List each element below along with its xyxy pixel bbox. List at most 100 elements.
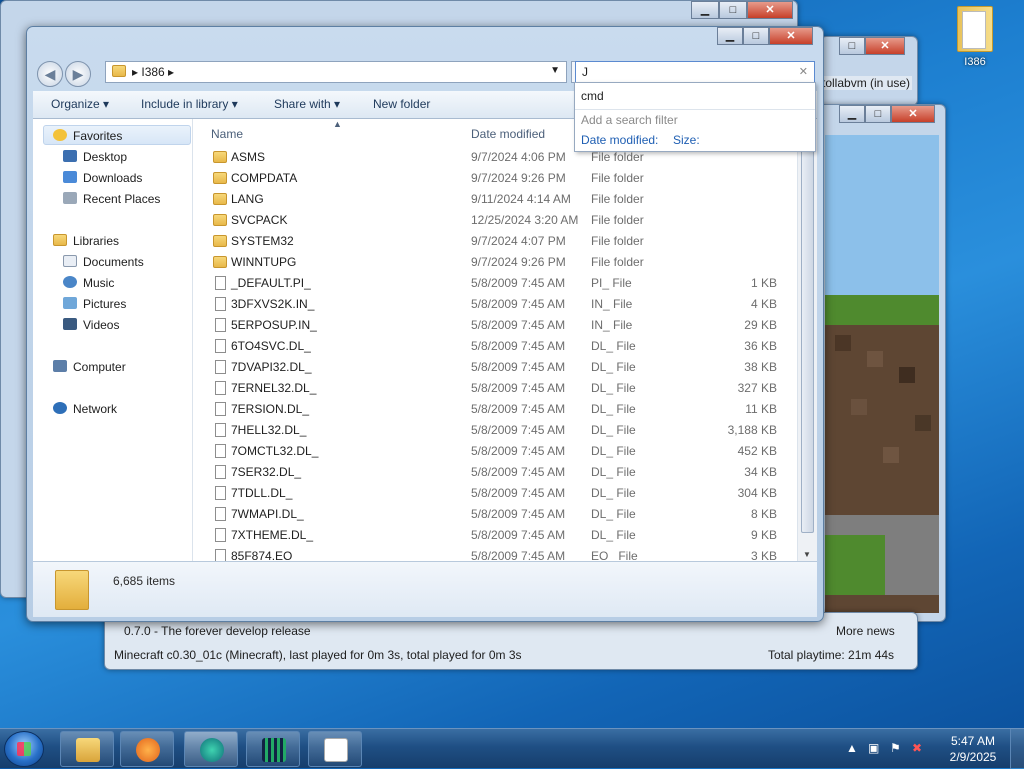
- nav-videos[interactable]: Videos: [63, 318, 119, 332]
- table-row[interactable]: SYSTEM32 9/7/2024 4:07 PM File folder: [193, 231, 797, 252]
- taskbar-java[interactable]: [308, 731, 362, 767]
- file-list[interactable]: Name ▲ Date modified ASMS 9/7/2024 4:06 P…: [193, 119, 797, 561]
- vertical-scrollbar[interactable]: ▲ ▼: [797, 119, 817, 561]
- news-link[interactable]: 0.7.0 - The forever develop release: [124, 624, 311, 638]
- file-type: DL_ File: [591, 381, 636, 395]
- app-icon: [200, 738, 224, 762]
- folder-icon: [112, 65, 126, 77]
- taskbar-explorer[interactable]: [60, 731, 114, 767]
- table-row[interactable]: 7XTHEME.DL_ 5/8/2009 7:45 AM DL_ File 9 KB: [193, 525, 797, 546]
- file-type: DL_ File: [591, 360, 636, 374]
- file-name: 7HELL32.DL_: [231, 423, 307, 437]
- close-button[interactable]: ✕: [865, 37, 905, 55]
- nav-downloads[interactable]: Downloads: [63, 171, 142, 185]
- nav-music[interactable]: Music: [63, 276, 114, 290]
- background-window-2[interactable]: □ ✕: [820, 36, 918, 106]
- more-news-link[interactable]: More news: [836, 624, 895, 638]
- table-row[interactable]: 7ERSION.DL_ 5/8/2009 7:45 AM DL_ File 11 KB: [193, 399, 797, 420]
- minimize-button[interactable]: ▁: [717, 27, 743, 45]
- folder-icon: [213, 235, 227, 247]
- table-row[interactable]: _DEFAULT.PI_ 5/8/2009 7:45 AM PI_ File 1 KB: [193, 273, 797, 294]
- table-row[interactable]: 7WMAPI.DL_ 5/8/2009 7:45 AM DL_ File 8 KB: [193, 504, 797, 525]
- table-row[interactable]: 7ERNEL32.DL_ 5/8/2009 7:45 AM DL_ File 327 …: [193, 378, 797, 399]
- minecraft-window[interactable]: ▁ □ ✕: [818, 104, 946, 622]
- maximize-button[interactable]: □: [743, 27, 769, 45]
- table-row[interactable]: SVCPACK 12/25/2024 3:20 AM File folder: [193, 210, 797, 231]
- forward-button[interactable]: ▶: [65, 61, 91, 87]
- show-desktop-button[interactable]: [1010, 729, 1024, 769]
- clear-search-icon[interactable]: ✕: [799, 65, 808, 78]
- taskbar-app-active[interactable]: [184, 731, 238, 767]
- file-date: 5/8/2009 7:45 AM: [471, 276, 566, 290]
- table-row[interactable]: 6TO4SVC.DL_ 5/8/2009 7:45 AM DL_ File 36 KB: [193, 336, 797, 357]
- file-icon: [215, 423, 226, 437]
- file-type: File folder: [591, 255, 644, 269]
- minimize-button[interactable]: ▁: [691, 1, 719, 19]
- table-row[interactable]: WINNTUPG 9/7/2024 9:26 PM File folder: [193, 252, 797, 273]
- table-row[interactable]: 7HELL32.DL_ 5/8/2009 7:45 AM DL_ File 3,188…: [193, 420, 797, 441]
- new-folder-button[interactable]: New folder: [373, 97, 430, 111]
- network-tray-icon[interactable]: ▣: [868, 741, 879, 755]
- close-button[interactable]: ✕: [747, 1, 793, 19]
- action-center-icon[interactable]: ⚑: [890, 741, 901, 755]
- file-size: 3,188 KB: [727, 423, 777, 437]
- file-type: IN_ File: [591, 297, 633, 311]
- table-row[interactable]: 7DVAPI32.DL_ 5/8/2009 7:45 AM DL_ File 38 K…: [193, 357, 797, 378]
- nav-desktop[interactable]: Desktop: [63, 150, 127, 164]
- start-button[interactable]: [4, 731, 44, 767]
- file-icon: [215, 465, 226, 479]
- column-header-name[interactable]: Name: [211, 127, 243, 141]
- minimize-button[interactable]: ▁: [839, 105, 865, 123]
- search-suggestion-item[interactable]: cmd: [581, 89, 604, 103]
- taskbar-media-player[interactable]: [120, 731, 174, 767]
- search-input[interactable]: J ✕: [575, 61, 815, 83]
- nav-recent-places[interactable]: Recent Places: [63, 192, 160, 206]
- column-header-date[interactable]: Date modified: [471, 127, 545, 141]
- maximize-button[interactable]: □: [719, 1, 747, 19]
- breadcrumb[interactable]: ▸ I386 ▸: [112, 65, 174, 79]
- table-row[interactable]: 85F874.EO_ 5/8/2009 7:45 AM EO_ File 3 KB: [193, 546, 797, 561]
- file-type: DL_ File: [591, 339, 636, 353]
- taskbar-minecraft[interactable]: [246, 731, 300, 767]
- filter-size[interactable]: Size:: [673, 133, 700, 147]
- table-row[interactable]: 7SER32.DL_ 5/8/2009 7:45 AM DL_ File 34 KB: [193, 462, 797, 483]
- volume-muted-icon[interactable]: ✖: [912, 741, 922, 755]
- maximize-button[interactable]: □: [865, 105, 891, 123]
- scroll-thumb[interactable]: [801, 145, 814, 533]
- maximize-button[interactable]: □: [839, 37, 865, 55]
- table-row[interactable]: LANG 9/11/2024 4:14 AM File folder: [193, 189, 797, 210]
- clock[interactable]: 5:47 AM 2/9/2025: [940, 733, 1006, 765]
- table-row[interactable]: 7OMCTL32.DL_ 5/8/2009 7:45 AM DL_ File 452 …: [193, 441, 797, 462]
- file-size: 29 KB: [744, 318, 777, 332]
- table-row[interactable]: 5ERPOSUP.IN_ 5/8/2009 7:45 AM IN_ File 29 K…: [193, 315, 797, 336]
- scroll-down-arrow[interactable]: ▼: [803, 550, 811, 559]
- organize-button[interactable]: Organize ▾: [51, 97, 109, 111]
- chevron-down-icon[interactable]: ▼: [550, 65, 560, 76]
- item-count: 6,685 items: [113, 574, 176, 588]
- table-row[interactable]: 7TDLL.DL_ 5/8/2009 7:45 AM DL_ File 304 KB: [193, 483, 797, 504]
- nav-documents[interactable]: Documents: [63, 255, 144, 269]
- file-icon: [215, 444, 226, 458]
- filter-date-modified[interactable]: Date modified:: [581, 133, 658, 147]
- table-row[interactable]: COMPDATA 9/7/2024 9:26 PM File folder: [193, 168, 797, 189]
- desktop-icon-i386[interactable]: I386: [948, 6, 1002, 68]
- nav-network[interactable]: Network: [53, 402, 117, 416]
- table-row[interactable]: 3DFXVS2K.IN_ 5/8/2009 7:45 AM IN_ File 4 KB: [193, 294, 797, 315]
- show-hidden-icons[interactable]: ▲: [846, 741, 858, 755]
- share-with-button[interactable]: Share with ▾: [274, 97, 340, 111]
- folder-icon: [213, 214, 227, 226]
- nav-computer[interactable]: Computer: [53, 360, 126, 374]
- nav-favorites[interactable]: Favorites: [53, 129, 122, 143]
- nav-libraries[interactable]: Libraries: [53, 234, 119, 248]
- nav-pictures[interactable]: Pictures: [63, 297, 126, 311]
- file-type: File folder: [591, 234, 644, 248]
- address-bar[interactable]: ▸ I386 ▸ ▼: [105, 61, 567, 83]
- file-name: SYSTEM32: [231, 234, 294, 248]
- include-in-library-button[interactable]: Include in library ▾: [141, 97, 238, 111]
- folder-icon: [213, 193, 227, 205]
- close-button[interactable]: ✕: [769, 27, 813, 45]
- file-type: DL_ File: [591, 528, 636, 542]
- close-button[interactable]: ✕: [891, 105, 935, 123]
- game-viewport[interactable]: [825, 135, 939, 613]
- back-button[interactable]: ◀: [37, 61, 63, 87]
